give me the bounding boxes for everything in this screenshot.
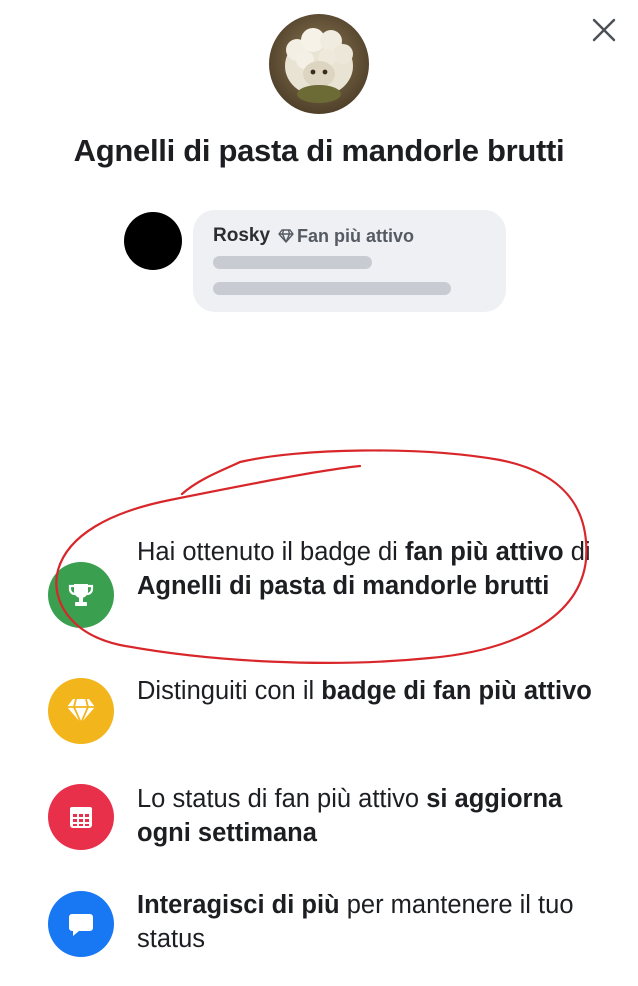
avatar [124, 212, 182, 270]
diamond-icon [48, 678, 114, 744]
placeholder-line [213, 282, 451, 295]
text-part-bold: Interagisci di più [137, 891, 340, 919]
text-part: Lo status di fan più attivo [137, 785, 427, 813]
info-item-text: Lo status di fan più attivo si aggiorna … [137, 782, 597, 850]
trophy-icon [48, 562, 114, 628]
close-button[interactable] [588, 14, 620, 46]
comment-header: Rosky Fan più attivo [213, 224, 414, 248]
text-part: Hai ottenuto il badge di [137, 538, 405, 566]
info-item-text: Hai ottenuto il badge di fan più attivo … [137, 535, 597, 603]
calendar-icon [48, 784, 114, 850]
group-avatar [269, 14, 369, 114]
chat-bubble-icon [48, 891, 114, 957]
user-name: Rosky [213, 225, 271, 246]
text-part: di [563, 538, 591, 566]
group-photo [269, 14, 369, 114]
comment-preview-bubble: Rosky Fan più attivo [193, 210, 506, 312]
top-fan-badge-label: Fan più attivo [297, 226, 415, 246]
placeholder-line [213, 256, 372, 269]
close-icon [592, 18, 616, 42]
info-item-text: Interagisci di più per mantenere il tuo … [137, 888, 597, 956]
page-title: Agnelli di pasta di mandorle brutti [73, 133, 565, 168]
text-part-bold: badge di fan più attivo [321, 677, 592, 705]
text-part: Distinguiti con il [137, 677, 322, 705]
text-part-bold: Agnelli di pasta di mandorle brutti [137, 572, 550, 600]
text-part-bold: fan più attivo [404, 538, 564, 566]
info-item-text: Distinguiti con il badge di fan più atti… [137, 674, 597, 708]
diamond-icon [278, 229, 294, 243]
